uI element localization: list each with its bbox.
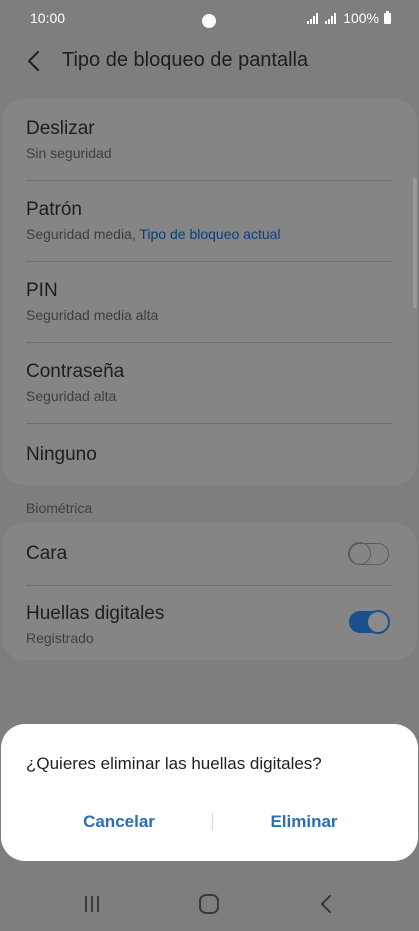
navigation-bar: [0, 880, 419, 931]
battery-icon: [384, 10, 391, 24]
status-right: 100%: [307, 10, 391, 26]
cancel-button[interactable]: Cancelar: [34, 802, 204, 842]
biometric-face[interactable]: Cara: [2, 523, 417, 585]
option-title: Deslizar: [26, 118, 95, 139]
option-subtitle: Seguridad media, Tipo de bloqueo actual: [26, 226, 281, 242]
nav-back-icon[interactable]: [313, 892, 341, 916]
option-title: Patrón: [26, 199, 82, 220]
home-icon[interactable]: [195, 892, 223, 916]
top-app-bar: Tipo de bloqueo de pantalla: [0, 36, 419, 88]
battery-percent: 100%: [343, 10, 379, 26]
dialog-message: ¿Quieres eliminar las huellas digitales?: [26, 754, 322, 773]
option-title: Ninguno: [26, 444, 97, 465]
biometric-fingerprints[interactable]: Huellas digitales Registrado: [2, 585, 417, 660]
option-subtitle: Sin seguridad: [26, 145, 112, 161]
delete-button[interactable]: Eliminar: [219, 802, 389, 842]
biometrics-header: Biométrica: [26, 500, 93, 516]
chevron-left-icon[interactable]: [22, 48, 48, 74]
face-toggle[interactable]: [348, 542, 389, 565]
lock-option-pattern[interactable]: Patrón Seguridad media, Tipo de bloqueo …: [2, 180, 417, 261]
lock-option-password[interactable]: Contraseña Seguridad alta: [2, 342, 417, 423]
page-title: Tipo de bloqueo de pantalla: [62, 49, 309, 71]
fingerprints-toggle[interactable]: [349, 610, 390, 634]
option-subtitle-text: Seguridad media,: [26, 226, 140, 242]
option-title: Cara: [26, 543, 68, 564]
lock-option-none[interactable]: Ninguno: [2, 423, 417, 485]
lock-type-list: Deslizar Sin seguridad Patrón Seguridad …: [2, 99, 417, 485]
button-divider: [212, 813, 213, 831]
current-lock-type-label: Tipo de bloqueo actual: [139, 226, 281, 242]
scrollbar[interactable]: [413, 178, 417, 308]
toggle-knob: [366, 610, 390, 634]
option-subtitle: Seguridad alta: [26, 388, 117, 404]
option-title: PIN: [26, 280, 58, 301]
wifi-signal-icon: [307, 12, 319, 24]
option-title: Huellas digitales: [26, 603, 165, 624]
option-subtitle: Seguridad media alta: [26, 307, 159, 323]
recents-icon[interactable]: [78, 892, 106, 916]
option-subtitle: Registrado: [26, 630, 94, 646]
status-time: 10:00: [30, 10, 66, 26]
delete-fingerprints-dialog: ¿Quieres eliminar las huellas digitales?…: [1, 724, 418, 861]
lock-option-pin[interactable]: PIN Seguridad media alta: [2, 261, 417, 342]
toggle-knob: [348, 542, 371, 565]
option-title: Contraseña: [26, 361, 125, 382]
status-bar: 10:00 100%: [0, 0, 419, 36]
biometrics-list: Cara Huellas digitales Registrado: [2, 523, 417, 660]
cell-signal-icon: [325, 12, 337, 24]
camera-cutout: [202, 14, 216, 28]
lock-option-swipe[interactable]: Deslizar Sin seguridad: [2, 99, 417, 180]
